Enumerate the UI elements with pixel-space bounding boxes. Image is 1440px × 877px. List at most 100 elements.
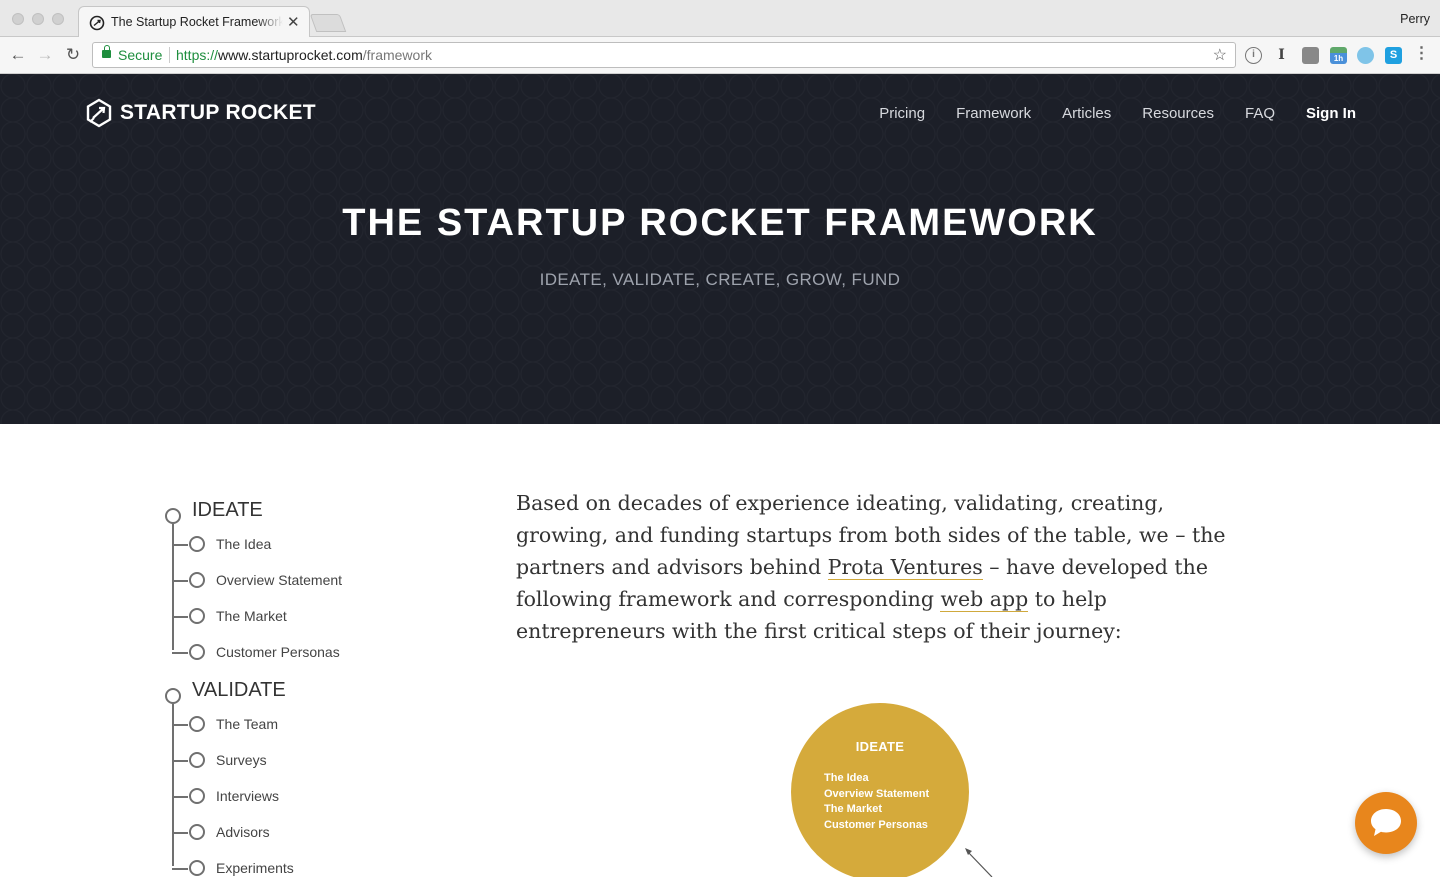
tree-item[interactable]: Advisors <box>164 815 464 851</box>
tree-branch-line <box>172 760 188 762</box>
secure-label: Secure <box>118 47 163 63</box>
circle-item-list: The Idea Overview Statement The Market C… <box>824 771 929 833</box>
tree-section-header[interactable]: IDEATE <box>164 497 464 527</box>
tree-section-ideate: IDEATE The Idea Overview Statement The M… <box>164 497 464 671</box>
circle-node-icon <box>189 752 205 768</box>
browser-tab-bar: The Startup Rocket Framework ✕ Perry <box>0 0 1440 37</box>
tree-item-label: The Idea <box>216 536 272 552</box>
nav-framework[interactable]: Framework <box>956 105 1031 122</box>
section-node-icon <box>165 688 181 704</box>
tree-item-label: The Market <box>216 608 287 624</box>
new-tab-button[interactable] <box>309 14 347 32</box>
url-protocol: https:// <box>176 47 219 63</box>
browser-tab[interactable]: The Startup Rocket Framework ✕ <box>78 6 310 37</box>
ideate-circle[interactable]: IDEATE The Idea Overview Statement The M… <box>791 703 969 877</box>
circle-node-icon <box>189 716 205 732</box>
window-zoom-button[interactable] <box>52 13 64 25</box>
tree-item[interactable]: The Idea <box>164 527 464 563</box>
tab-close-icon[interactable]: ✕ <box>287 13 300 31</box>
circle-item: The Idea <box>824 772 869 784</box>
window-close-button[interactable] <box>12 13 24 25</box>
calendar-icon[interactable]: 1h <box>1330 47 1347 64</box>
page-subtitle: IDEATE, VALIDATE, CREATE, GROW, FUND <box>539 270 901 289</box>
browser-toolbar: ← → ↻ Secure https://www.startuprocket.c… <box>0 37 1440 74</box>
instapaper-icon[interactable]: I <box>1273 47 1290 64</box>
url-path: /framework <box>362 47 432 63</box>
nav-faq[interactable]: FAQ <box>1245 105 1275 122</box>
logo-text: STARTUP ROCKET <box>120 101 316 124</box>
pocket-icon[interactable] <box>1302 47 1319 64</box>
nav-articles[interactable]: Articles <box>1062 105 1111 122</box>
url-host: www.startuprocket.com <box>218 47 363 63</box>
tree-branch-line <box>172 724 188 726</box>
circle-node-icon <box>189 824 205 840</box>
nav-sign-in[interactable]: Sign In <box>1306 105 1356 122</box>
menu-kebab-icon[interactable]: ⋮ <box>1413 46 1430 64</box>
page-title: THE STARTUP ROCKET FRAMEWORK <box>342 202 1098 244</box>
nav-pricing[interactable]: Pricing <box>879 105 925 122</box>
tree-item-label: Advisors <box>216 824 270 840</box>
tree-item[interactable]: The Team <box>164 707 464 743</box>
tree-section-validate: VALIDATE The Team Surveys Interviews Adv… <box>164 677 464 877</box>
tree-branch-line <box>172 796 188 798</box>
globe-icon[interactable] <box>1357 47 1374 64</box>
circle-item: Overview Statement <box>824 787 930 800</box>
rocket-logo-icon <box>86 98 112 128</box>
diagram-arrow-icon <box>965 848 993 877</box>
tree-item-label: The Team <box>216 716 278 732</box>
tree-branch-line <box>172 868 188 870</box>
tree-branch-line <box>172 652 188 654</box>
tree-item-label: Experiments <box>216 860 294 876</box>
chat-widget-button[interactable] <box>1355 792 1417 854</box>
web-app-link[interactable]: web app <box>940 587 1029 612</box>
bookmark-star-icon[interactable]: ☆ <box>1213 45 1227 65</box>
tree-item[interactable]: Interviews <box>164 779 464 815</box>
main-nav: Pricing Framework Articles Resources FAQ… <box>879 105 1356 122</box>
forward-arrow-icon[interactable]: → <box>35 45 55 65</box>
tree-section-header[interactable]: VALIDATE <box>164 677 464 707</box>
tree-branch-line <box>172 832 188 834</box>
reload-icon[interactable]: ↻ <box>63 45 83 65</box>
window-minimize-button[interactable] <box>32 13 44 25</box>
tree-item-label: Interviews <box>216 788 280 804</box>
nav-resources[interactable]: Resources <box>1142 105 1214 122</box>
circle-node-icon <box>189 608 205 624</box>
tab-title: The Startup Rocket Framework <box>111 15 283 29</box>
tree-item[interactable]: The Market <box>164 599 464 635</box>
circle-item: Customer Personas <box>824 818 928 831</box>
tree-branch-line <box>172 580 188 582</box>
url-separator <box>169 47 170 63</box>
lock-icon <box>102 45 111 58</box>
section-label: VALIDATE <box>192 679 286 701</box>
chat-bubble-icon <box>1371 809 1401 836</box>
tree-item[interactable]: Overview Statement <box>164 563 464 599</box>
circle-node-icon <box>189 644 205 660</box>
tree-item-label: Surveys <box>216 752 267 768</box>
section-node-icon <box>165 508 181 524</box>
tree-item[interactable]: Surveys <box>164 743 464 779</box>
tree-item[interactable]: Experiments <box>164 851 464 877</box>
prota-ventures-link[interactable]: Prota Ventures <box>827 555 983 580</box>
hero-banner: STARTUP ROCKET Pricing Framework Article… <box>0 74 1440 424</box>
circle-title: IDEATE <box>855 739 905 754</box>
profile-name[interactable]: Perry <box>1400 12 1430 26</box>
circle-node-icon <box>189 860 205 876</box>
framework-tree: IDEATE The Idea Overview Statement The M… <box>164 497 464 877</box>
1password-icon[interactable]: i <box>1245 47 1262 64</box>
circle-node-icon <box>189 572 205 588</box>
tree-branch-line <box>172 616 188 618</box>
back-arrow-icon[interactable]: ← <box>8 45 28 65</box>
circle-item: The Market <box>824 803 883 815</box>
tree-item[interactable]: Customer Personas <box>164 635 464 671</box>
url-text[interactable]: https://www.startuprocket.com/framework <box>176 47 432 63</box>
skype-icon[interactable]: S <box>1385 47 1402 64</box>
address-bar[interactable]: Secure https://www.startuprocket.com/fra… <box>92 42 1236 68</box>
circle-node-icon <box>189 788 205 804</box>
circle-node-icon <box>189 536 205 552</box>
tree-item-label: Overview Statement <box>216 572 343 588</box>
section-label: IDEATE <box>192 499 263 521</box>
rocket-favicon-icon <box>89 15 105 31</box>
tree-branch-line <box>172 544 188 546</box>
intro-paragraph: Based on decades of experience ideating,… <box>516 487 1246 647</box>
tree-item-label: Customer Personas <box>216 644 340 660</box>
